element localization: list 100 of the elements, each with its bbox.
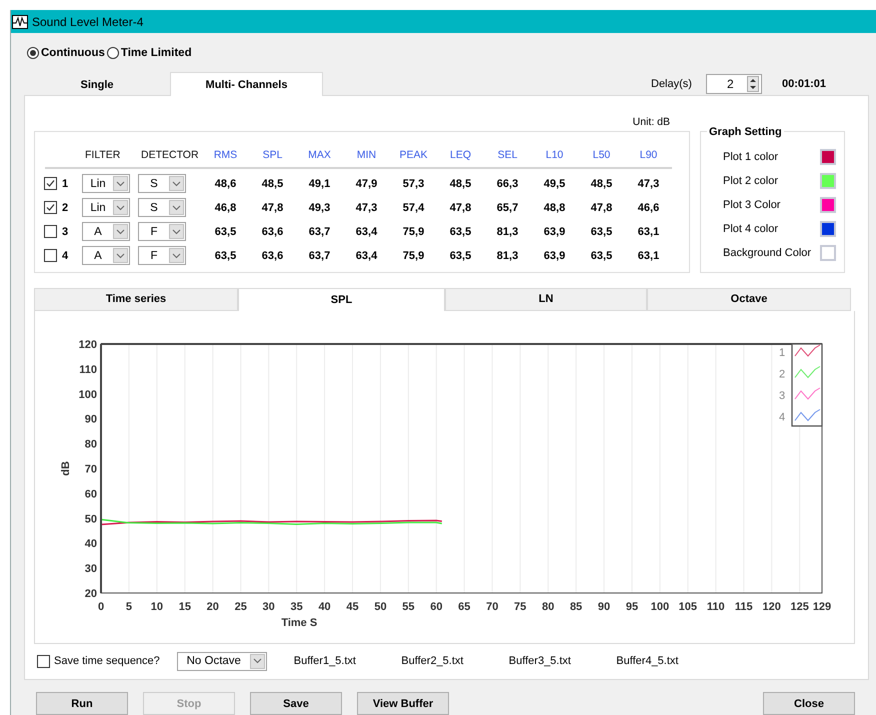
table-cell: 63,5	[214, 226, 236, 238]
axis-title: dB	[60, 460, 72, 476]
filter-dropdown[interactable]: A	[82, 246, 130, 266]
chevron-down-icon	[172, 228, 181, 235]
chevron-down-icon	[116, 204, 125, 211]
chevron-down-icon	[172, 204, 181, 211]
table-cell: 66,3	[496, 178, 518, 190]
tab[interactable]: Octave	[647, 288, 851, 311]
detector-dropdown[interactable]: F	[138, 222, 186, 242]
table-cell: 63,6	[262, 250, 284, 262]
color-swatch[interactable]	[820, 148, 836, 165]
color-swatch[interactable]	[820, 172, 836, 189]
octave-dropdown[interactable]: No Octave	[176, 652, 267, 671]
table-cell: 81,3	[496, 226, 518, 238]
table-cell: 46,8	[214, 202, 236, 214]
column-header: SPL	[262, 148, 284, 164]
tick-label: 40	[84, 538, 97, 550]
tab[interactable]: Multi- Channels	[170, 72, 323, 96]
delay-spinbox[interactable]: 2	[706, 74, 762, 94]
delay-label: Delay(s)	[651, 78, 692, 90]
filter-dropdown[interactable]: Lin	[82, 198, 130, 218]
button[interactable]: Run	[36, 692, 128, 715]
color-swatch[interactable]	[820, 244, 836, 261]
table-cell: 75,9	[402, 226, 424, 238]
checkbox[interactable]	[44, 201, 57, 214]
table-cell: 63,5	[590, 250, 612, 262]
button[interactable]: Close	[763, 692, 855, 715]
radio-label: Continuous	[41, 47, 105, 59]
table-cell: 48,5	[262, 178, 284, 190]
radio-option[interactable]: Continuous	[27, 47, 105, 59]
button[interactable]: Save	[250, 692, 342, 715]
tick-label: 5	[126, 600, 132, 613]
tick-label: 20	[84, 588, 97, 600]
detector-dropdown[interactable]: S	[138, 174, 186, 194]
tick-label: 0	[98, 600, 104, 613]
checkbox[interactable]	[44, 249, 57, 262]
tab[interactable]: SPL	[238, 288, 445, 311]
table-cell: 47,3	[356, 202, 378, 214]
chevron-down-icon	[172, 180, 181, 187]
wave-icon	[794, 366, 820, 378]
table-cell: 49,3	[308, 202, 330, 214]
chevron-down-icon	[252, 658, 262, 664]
tick-label: 15	[178, 600, 191, 613]
tick-label: 105	[678, 600, 698, 613]
checkbox[interactable]	[44, 225, 57, 238]
table-cell: 63,5	[214, 250, 236, 262]
radio-button[interactable]	[106, 47, 119, 59]
tab[interactable]: Time series	[34, 288, 238, 311]
table-cell: 63,9	[544, 226, 566, 238]
table-cell: 48,5	[450, 178, 472, 190]
chevron-down-icon	[172, 252, 181, 259]
tick-label: 65	[458, 600, 470, 613]
table-cell: 47,8	[262, 202, 284, 214]
detector-dropdown[interactable]: F	[138, 246, 186, 266]
table-cell: 63,4	[356, 250, 378, 262]
tick-label: 110	[79, 364, 97, 376]
tick-label: 125	[790, 600, 809, 613]
color-swatch[interactable]	[820, 220, 836, 237]
table-cell: 81,3	[496, 250, 518, 262]
table-cell: 63,7	[308, 226, 330, 238]
tick-label: 80	[84, 438, 97, 450]
chevron-down-icon	[116, 252, 125, 259]
tick-label: 30	[262, 600, 275, 613]
spinner-arrows-icon[interactable]	[746, 76, 759, 92]
table-cell: 63,1	[638, 250, 660, 262]
buffer-filename: Buffer2_5.txt	[401, 655, 464, 668]
tick-label: 110	[706, 600, 725, 613]
checkbox[interactable]	[37, 654, 50, 668]
checkbox[interactable]	[44, 177, 57, 190]
column-header: RMS	[212, 148, 238, 164]
column-header: DETECTOR	[140, 148, 200, 164]
window-title: Sound Level Meter-4	[32, 14, 144, 28]
tick-label: 60	[430, 600, 442, 613]
filter-dropdown[interactable]: A	[82, 222, 130, 242]
tab[interactable]: LN	[445, 288, 647, 311]
table-cell: 46,6	[638, 202, 660, 214]
tick-label: 90	[598, 600, 610, 613]
tick-label: 25	[234, 600, 247, 613]
legend-label: 4	[778, 411, 786, 424]
group-title: Graph Setting	[707, 126, 784, 138]
radio-button[interactable]	[27, 47, 39, 59]
button[interactable]: View Buffer	[357, 692, 449, 715]
tick-label: 20	[206, 600, 219, 613]
column-header: MAX	[307, 148, 332, 164]
detector-dropdown[interactable]: S	[138, 198, 186, 218]
tick-label: 10	[150, 600, 164, 613]
table-cell: 63,1	[638, 226, 660, 238]
color-swatch[interactable]	[820, 196, 836, 213]
filter-dropdown[interactable]: Lin	[82, 174, 130, 194]
tick-label: 55	[402, 600, 415, 613]
table-cell: 63,5	[590, 226, 612, 238]
table-cell: 63,5	[450, 250, 472, 262]
legend-label: 3	[778, 390, 786, 402]
tick-label: 50	[84, 513, 97, 526]
legend-label: 1	[778, 346, 786, 359]
table-cell: 47,9	[356, 178, 378, 190]
tick-label: 115	[734, 600, 753, 613]
radio-option[interactable]: Time Limited	[106, 47, 192, 59]
tick-label: 70	[486, 600, 498, 613]
tick-label: 40	[318, 600, 331, 613]
